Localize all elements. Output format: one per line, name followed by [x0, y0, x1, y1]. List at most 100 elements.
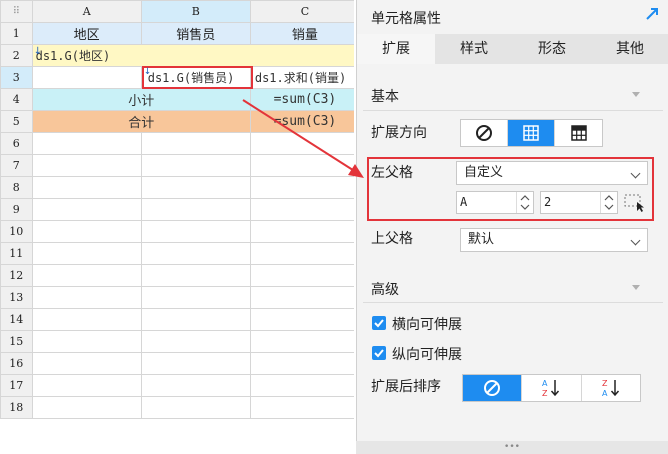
- empty-cell[interactable]: [31, 242, 142, 265]
- empty-cell[interactable]: [31, 374, 142, 397]
- expand-panel-icon[interactable]: [644, 6, 660, 22]
- empty-cell[interactable]: [31, 286, 142, 309]
- empty-cell[interactable]: [249, 286, 354, 309]
- vertical-extendable-label: 纵向可伸展: [392, 347, 462, 363]
- cell-b1[interactable]: 销售员: [140, 22, 251, 45]
- empty-cell[interactable]: [249, 352, 354, 375]
- cell-c4[interactable]: =sum(C3): [249, 88, 354, 111]
- cell-c5[interactable]: =sum(C3): [249, 110, 354, 133]
- row-header[interactable]: 2: [0, 44, 33, 67]
- tab-style[interactable]: 样式: [435, 34, 513, 64]
- empty-cell[interactable]: [249, 176, 354, 199]
- empty-cell[interactable]: [249, 308, 354, 331]
- row-header[interactable]: 11: [0, 242, 33, 265]
- empty-cell[interactable]: [31, 176, 142, 199]
- collapse-basic-icon[interactable]: [632, 92, 640, 97]
- row-header[interactable]: 14: [0, 308, 33, 331]
- panel-title: 单元格属性: [371, 11, 441, 27]
- empty-cell[interactable]: [140, 242, 251, 265]
- empty-cell[interactable]: [140, 286, 251, 309]
- row-header[interactable]: 15: [0, 330, 33, 353]
- section-advanced-title[interactable]: 高级: [371, 279, 399, 299]
- empty-cell[interactable]: [140, 154, 251, 177]
- tab-other[interactable]: 其他: [591, 34, 668, 64]
- empty-cell[interactable]: [249, 264, 354, 287]
- expand-marker-icon: ↓: [33, 46, 42, 57]
- select-all-corner[interactable]: ⠿: [0, 0, 33, 23]
- empty-cell[interactable]: [249, 396, 354, 419]
- cell-b3[interactable]: ↓ ds1.G(销售员): [140, 66, 253, 89]
- cell-a1[interactable]: 地区: [31, 22, 142, 45]
- tab-form[interactable]: 形态: [513, 34, 591, 64]
- empty-cell[interactable]: [140, 132, 251, 155]
- cell-c1[interactable]: 销量: [249, 22, 354, 45]
- cell-a3[interactable]: [31, 66, 142, 89]
- empty-cell[interactable]: [31, 352, 142, 375]
- section-basic-title[interactable]: 基本: [371, 86, 399, 106]
- row-header[interactable]: 12: [0, 264, 33, 287]
- empty-cell[interactable]: [140, 264, 251, 287]
- column-header-c[interactable]: C: [249, 0, 354, 23]
- empty-cell[interactable]: [140, 198, 251, 221]
- tab-expand[interactable]: 扩展: [357, 34, 435, 64]
- panel-resize-handle[interactable]: •••: [356, 441, 668, 454]
- sort-ascending-button[interactable]: AZ: [522, 375, 582, 401]
- row-header[interactable]: 1: [0, 22, 33, 45]
- empty-cell[interactable]: [31, 220, 142, 243]
- empty-cell[interactable]: [31, 264, 142, 287]
- empty-cell[interactable]: [31, 154, 142, 177]
- row-header[interactable]: 4: [0, 88, 33, 111]
- row-header[interactable]: 7: [0, 154, 33, 177]
- cell-a4-merged[interactable]: 小计: [31, 88, 251, 111]
- empty-cell[interactable]: [31, 198, 142, 221]
- column-header-a[interactable]: A: [31, 0, 142, 23]
- row-header[interactable]: 6: [0, 132, 33, 155]
- empty-cell[interactable]: [140, 330, 251, 353]
- empty-cell[interactable]: [140, 220, 251, 243]
- row-header[interactable]: 10: [0, 220, 33, 243]
- empty-cell[interactable]: [140, 308, 251, 331]
- cell-a5-merged[interactable]: 合计: [31, 110, 251, 133]
- svg-text:A: A: [542, 379, 548, 388]
- row-header[interactable]: 8: [0, 176, 33, 199]
- vertical-extendable-checkbox[interactable]: [372, 346, 386, 360]
- row-header[interactable]: 13: [0, 286, 33, 309]
- cell-c3[interactable]: ds1.求和(销量): [249, 66, 354, 89]
- sort-descending-button[interactable]: ZA: [582, 375, 640, 401]
- empty-cell[interactable]: [31, 132, 142, 155]
- row-header[interactable]: 16: [0, 352, 33, 375]
- empty-cell[interactable]: [249, 330, 354, 353]
- row-header[interactable]: 17: [0, 374, 33, 397]
- panel-tabs: 扩展 样式 形态 其他: [357, 34, 668, 64]
- empty-cell[interactable]: [140, 176, 251, 199]
- row-header[interactable]: 9: [0, 198, 33, 221]
- empty-cell[interactable]: [140, 374, 251, 397]
- row-header[interactable]: 5: [0, 110, 33, 133]
- empty-cell[interactable]: [249, 374, 354, 397]
- empty-cell[interactable]: [249, 198, 354, 221]
- divider: [363, 302, 663, 303]
- empty-cell[interactable]: [31, 396, 142, 419]
- horizontal-expand-button[interactable]: [555, 120, 602, 146]
- vertical-expand-button[interactable]: [508, 120, 555, 146]
- empty-cell[interactable]: [31, 308, 142, 331]
- cell-properties-panel: 单元格属性 扩展 样式 形态 其他 基本 扩展方向 左父格 自定义 A 2 上父…: [356, 0, 668, 454]
- no-expand-button[interactable]: [461, 120, 508, 146]
- spreadsheet-grid[interactable]: ⠿ A B C 1 地区 销售员 销量 2 ↓ ds1.G(地区) 3 ↓ ds…: [0, 0, 354, 454]
- empty-cell[interactable]: [140, 396, 251, 419]
- expand-direction-label: 扩展方向: [371, 125, 427, 141]
- no-sort-button[interactable]: [463, 375, 523, 401]
- empty-cell[interactable]: [140, 352, 251, 375]
- collapse-advanced-icon[interactable]: [632, 285, 640, 290]
- row-header[interactable]: 18: [0, 396, 33, 419]
- column-header-b[interactable]: B: [140, 0, 251, 23]
- row-header[interactable]: 3: [0, 66, 33, 89]
- top-parent-mode-select[interactable]: 默认: [460, 228, 648, 252]
- horizontal-extendable-checkbox[interactable]: [372, 316, 386, 330]
- empty-cell[interactable]: [249, 154, 354, 177]
- empty-cell[interactable]: [249, 242, 354, 265]
- cell-a2[interactable]: ↓ ds1.G(地区): [31, 44, 354, 67]
- empty-cell[interactable]: [31, 330, 142, 353]
- empty-cell[interactable]: [249, 220, 354, 243]
- empty-cell[interactable]: [249, 132, 354, 155]
